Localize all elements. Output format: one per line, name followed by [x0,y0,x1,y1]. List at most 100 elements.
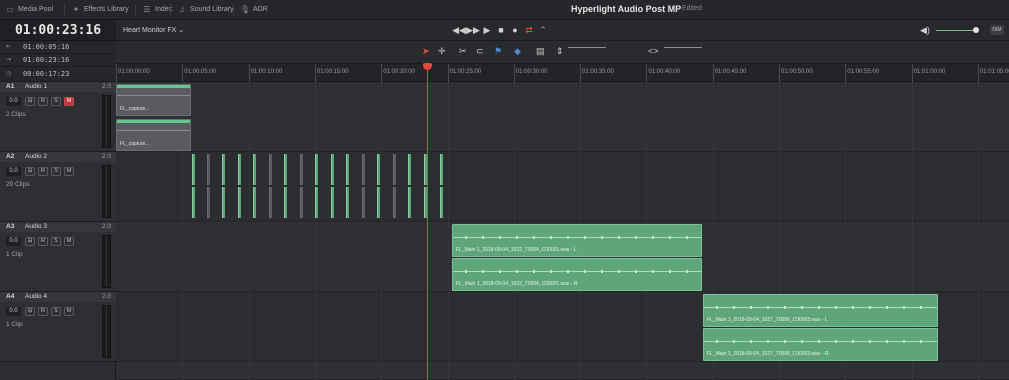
playhead-line[interactable] [427,64,428,380]
record-arm-button[interactable]: R [38,97,48,106]
a2-clip[interactable] [192,187,195,218]
snapping-icon[interactable]: ⊂ [476,46,484,57]
a2-clip[interactable] [284,187,287,218]
a2-clip[interactable] [331,187,334,218]
clip-a4-right[interactable]: FL_Main 1_2018-09-04_1027_T0006_C00003.w… [703,328,938,361]
stop-icon[interactable]: ■ [494,25,508,35]
a2-clip[interactable] [300,154,303,185]
clip-a1-bottom[interactable]: FL_capture... [116,119,191,151]
mute-button[interactable]: M [64,97,74,106]
track-name[interactable]: Audio 1 [25,83,47,90]
mute-button[interactable]: M [64,237,74,246]
solo-button[interactable]: S [51,167,61,176]
monitor-volume-knob[interactable] [973,27,979,33]
a2-clip[interactable] [222,187,225,218]
a2-clip[interactable] [238,187,241,218]
in-point-timecode[interactable]: 01:00:05:16 [23,41,69,54]
track-name[interactable]: Audio 4 [25,293,47,300]
track-height-slider[interactable] [568,47,606,48]
duration-timecode[interactable]: 00:00:17:23 [23,67,69,82]
track-header-a1[interactable]: A1 Audio 1 2.0 0.0 ⊟ R S M 2 Clips [0,82,116,152]
tab-sound-library[interactable]: ♫ Sound Library [176,3,234,17]
track-volume[interactable]: 0.0 [6,167,21,176]
blade-tool-icon[interactable]: ✂ [459,46,467,57]
a2-clip[interactable] [300,187,303,218]
a2-clip[interactable] [440,187,443,218]
track-volume[interactable]: 0.0 [6,97,21,106]
a2-clip[interactable] [284,154,287,185]
a2-clip[interactable] [440,154,443,185]
record-arm-button[interactable]: R [38,237,48,246]
track-lock-icon[interactable]: ⊟ [25,307,35,316]
a2-clip[interactable] [408,187,411,218]
solo-button[interactable]: S [51,237,61,246]
rewind-icon[interactable]: ◀◀ [452,25,466,36]
tab-media-pool[interactable]: ▭ Media Pool [4,3,53,17]
a2-clip[interactable] [393,187,396,218]
clip-a3-right[interactable]: FL_Main 1_2018-09-04_1022_T0004_C00001.w… [452,258,702,291]
a2-clip[interactable] [362,154,365,185]
a2-clip[interactable] [315,154,318,185]
tab-effects-library[interactable]: ✦ Effects Library [70,3,129,17]
out-point-timecode[interactable]: 01:00:23:16 [23,54,69,67]
track-lock-icon[interactable]: ⊟ [25,97,35,106]
a2-clip[interactable] [269,187,272,218]
track-header-a3[interactable]: A3 Audio 3 2.0 0.0 ⊟ R S M 1 Clip [0,222,116,292]
track-lock-icon[interactable]: ⊟ [25,237,35,246]
record-arm-button[interactable]: R [38,307,48,316]
fast-forward-icon[interactable]: ▶▶ [466,25,480,36]
track-volume[interactable]: 0.0 [6,307,21,316]
tab-index[interactable]: ☰ Index [141,3,172,17]
a2-clip[interactable] [269,154,272,185]
tab-adr[interactable]: 🎙 ADR [239,3,268,17]
track-name[interactable]: Audio 3 [25,223,47,230]
mute-button[interactable]: M [64,307,74,316]
clip-a3-left[interactable]: FL_Main 1_2018-09-04_1022_T0004_C00001.w… [452,224,702,257]
marker-icon[interactable]: ◆ [514,46,521,57]
track-header-a4[interactable]: A4 Audio 4 2.0 0.0 ⊟ R S M 1 Clip [0,292,116,362]
clip-a4-left[interactable]: FL_Main 1_2018-09-04_1027_T0006_C00003.w… [703,294,938,327]
a2-clip[interactable] [377,154,380,185]
a2-clip[interactable] [253,154,256,185]
a2-clip[interactable] [362,187,365,218]
a2-clip[interactable] [207,187,210,218]
a2-clip[interactable] [331,154,334,185]
zoom-icon[interactable]: <> [648,46,659,56]
a2-clip[interactable] [346,154,349,185]
record-arm-button[interactable]: R [38,167,48,176]
timeline-selector[interactable]: Heart Monitor FX ⌄ [123,26,184,34]
a2-clip[interactable] [346,187,349,218]
track-height-icon[interactable]: ⇕ [556,46,564,57]
a2-clip[interactable] [393,154,396,185]
a2-clip[interactable] [222,154,225,185]
mute-button[interactable]: M [64,167,74,176]
loop-icon[interactable]: ⇄ [522,25,536,36]
a2-clip[interactable] [238,154,241,185]
monitor-volume-slider[interactable] [936,30,976,31]
range-tool-icon[interactable]: ✛ [438,46,446,57]
record-icon[interactable]: ● [508,25,522,35]
dim-button[interactable]: DIM [990,25,1004,35]
clip-a1-top[interactable]: FL_capture... [116,84,191,116]
a2-clip[interactable] [207,154,210,185]
lane-empty[interactable] [116,362,1009,380]
solo-button[interactable]: S [51,97,61,106]
main-timecode[interactable]: 01:00:23:16 [0,20,116,41]
a2-clip[interactable] [192,154,195,185]
flag-icon[interactable]: ⚑ [494,46,502,57]
timeline-ruler[interactable]: 01:00:00:00 01:00:05:00 01:00:10:00 01:00:1… [116,64,1009,82]
track-lock-icon[interactable]: ⊟ [25,167,35,176]
track-name[interactable]: Audio 2 [25,153,47,160]
view-options-icon[interactable]: ▤ [536,46,545,57]
a2-clip[interactable] [315,187,318,218]
lane-a2[interactable] [116,152,1009,222]
a2-clip[interactable] [408,154,411,185]
solo-button[interactable]: S [51,307,61,316]
play-icon[interactable]: ▶ [480,25,494,36]
speaker-icon[interactable]: ◀) [920,25,930,36]
a2-clip[interactable] [377,187,380,218]
a2-clip[interactable] [253,187,256,218]
track-volume[interactable]: 0.0 [6,237,21,246]
lane-a1[interactable] [116,82,1009,152]
metronome-icon[interactable]: ⌃ [536,25,550,36]
